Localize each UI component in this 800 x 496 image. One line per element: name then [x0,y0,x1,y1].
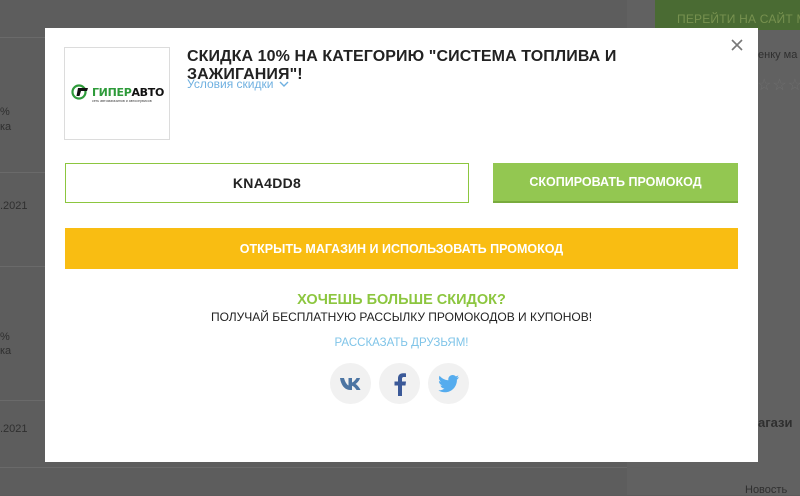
bg-rate-text: енку ма [758,49,798,61]
store-logo: ГИПЕРАВТО сеть автомагазинов и автосерви… [64,47,170,140]
subscribe-subtitle: ПОЛУЧАЙ БЕСПЛАТНУЮ РАССЫЛКУ ПРОМОКОДОВ И… [210,310,593,324]
close-icon [731,39,743,51]
subscribe-heading: ХОЧЕШЬ БОЛЬШЕ СКИДОК? [297,292,506,308]
close-button[interactable] [728,36,746,54]
facebook-share-button[interactable] [379,363,420,404]
terms-toggle[interactable]: Условия скидки [187,77,289,91]
share-link[interactable]: РАССКАЗАТЬ ДРУЗЬЯМ! [45,337,758,349]
promo-code-field[interactable]: KNA4DD8 [65,163,469,203]
copy-promo-button[interactable]: СКОПИРОВАТЬ ПРОМОКОД [493,163,738,203]
bg-text: % [0,106,10,118]
logo-mark-icon [71,84,88,100]
vk-share-button[interactable] [330,363,371,404]
terms-label: Условия скидки [187,77,274,91]
logo-tagline: сеть автомагазинов и автосервисов [91,99,152,103]
bg-text: .2021 [0,200,28,212]
rating-stars: ☆☆☆ [757,77,800,94]
bg-shops-text: агази [758,415,793,430]
facebook-icon [394,372,406,396]
divider [0,467,630,468]
logo-content: ГИПЕРАВТО сеть автомагазинов и автосерви… [70,84,164,103]
open-shop-button[interactable]: ОТКРЫТЬ МАГАЗИН И ИСПОЛЬЗОВАТЬ ПРОМОКОД [65,228,738,269]
chevron-down-icon [279,81,289,87]
bg-bottom-text: Новость [745,484,788,496]
vk-icon [339,377,360,390]
go-to-store-button[interactable]: перейти на сайт магазина [655,0,800,30]
bg-text: ка [0,121,12,133]
logo-name: ГИПЕРАВТО [91,85,165,99]
twitter-share-button[interactable] [428,363,469,404]
bg-text: ка [0,345,12,357]
bg-text: .2021 [0,423,28,435]
bg-text: % [0,331,10,343]
social-buttons [330,363,469,404]
twitter-icon [437,374,459,392]
promo-modal: ГИПЕРАВТО сеть автомагазинов и автосерви… [45,28,758,462]
